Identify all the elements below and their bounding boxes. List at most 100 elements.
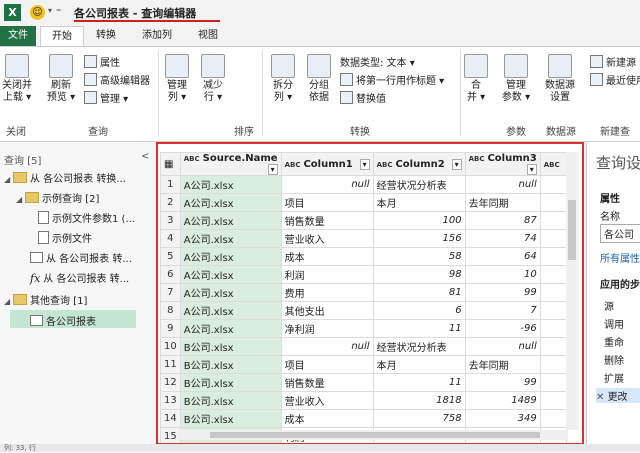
tab-view[interactable]: 视图 — [186, 26, 230, 46]
customize-toolbar-icon[interactable]: ₌ — [56, 4, 61, 15]
advanced-editor-button[interactable]: 高级编辑器 — [84, 72, 150, 87]
column-header-column1[interactable]: ABC Column1 ▾ — [280, 152, 374, 176]
recent-sources-button[interactable]: 最近使用 — [590, 72, 640, 87]
cell[interactable]: 74 — [464, 229, 541, 248]
manage-columns-button[interactable]: 管理 列 ▾ — [162, 54, 192, 104]
filter-dropdown-icon[interactable]: ▾ — [526, 164, 537, 175]
cell[interactable]: 经营状况分析表 — [372, 337, 466, 356]
column-header-column2[interactable]: ABC Column2 ▾ — [372, 152, 466, 176]
smiley-icon[interactable]: ☺ — [30, 5, 45, 20]
cell-source-name[interactable]: A公司.xlsx — [179, 229, 282, 248]
cell[interactable]: 经营状况分析表 — [372, 175, 466, 194]
column-header-column3[interactable]: ABC Column3 ▾ — [464, 152, 541, 176]
step-rename[interactable]: 重命 — [604, 334, 624, 349]
cell-source-name[interactable]: B公司.xlsx — [179, 373, 282, 392]
step-source[interactable]: 源 — [604, 298, 614, 313]
cell[interactable]: 销售数量 — [280, 211, 374, 230]
cell-source-name[interactable]: A公司.xlsx — [179, 301, 282, 320]
cell-source-name[interactable]: A公司.xlsx — [179, 265, 282, 284]
cell[interactable]: 100 — [372, 211, 466, 230]
cell[interactable]: 156 — [372, 229, 466, 248]
cell[interactable]: 成本 — [280, 409, 374, 428]
cell[interactable]: 349 — [464, 409, 541, 428]
cell[interactable]: 11 — [372, 319, 466, 338]
cell[interactable]: 98 — [372, 265, 466, 284]
cell[interactable]: 本月 — [372, 355, 466, 374]
cell[interactable]: 费用 — [280, 283, 374, 302]
cell[interactable]: 6 — [372, 301, 466, 320]
cell[interactable]: 成本 — [280, 247, 374, 266]
tab-add-column[interactable]: 添加列 — [132, 26, 182, 46]
tree-item-sample-file[interactable]: 示例文件 — [38, 230, 92, 245]
split-column-button[interactable]: 拆分 列 ▾ — [268, 54, 298, 104]
cell[interactable]: 去年同期 — [464, 355, 541, 374]
close-and-load-button[interactable]: 关闭并 上载 ▾ — [2, 54, 32, 104]
vertical-scrollbar[interactable] — [566, 152, 578, 430]
step-remove[interactable]: 删除 — [604, 352, 624, 367]
cell[interactable]: 1818 — [372, 391, 466, 410]
tree-item-sample-param[interactable]: 示例文件参数1 (... — [38, 210, 135, 225]
tree-item-company-report[interactable]: 各公司报表 — [30, 313, 96, 328]
collapse-pane-icon[interactable]: < — [141, 151, 149, 162]
tab-transform[interactable]: 转换 — [84, 26, 128, 46]
cell[interactable]: 99 — [464, 283, 541, 302]
refresh-preview-button[interactable]: 刷新 预览 ▾ — [44, 54, 78, 104]
cell[interactable]: 758 — [372, 409, 466, 428]
cell[interactable]: 11 — [372, 373, 466, 392]
cell[interactable]: 营业收入 — [280, 229, 374, 248]
cell-source-name[interactable]: B公司.xlsx — [179, 337, 282, 356]
cell[interactable]: 净利润 — [280, 319, 374, 338]
filter-dropdown-icon[interactable]: ▾ — [451, 158, 462, 170]
cell[interactable]: 销售数量 — [280, 373, 374, 392]
vertical-scroll-thumb[interactable] — [568, 200, 576, 260]
data-type-dropdown[interactable]: 数据类型: 文本 ▾ — [340, 54, 415, 69]
use-first-row-headers-button[interactable]: 将第一行用作标题 ▾ — [340, 72, 444, 87]
cell[interactable]: null — [464, 175, 541, 194]
merge-button[interactable]: 合 并 ▾ — [464, 54, 488, 104]
reduce-rows-button[interactable]: 减少 行 ▾ — [198, 54, 228, 104]
tree-folder-transform[interactable]: ◢ 从 各公司报表 转换... — [4, 170, 126, 185]
query-name-input[interactable]: 各公司 — [600, 224, 640, 243]
cell[interactable]: 99 — [464, 373, 541, 392]
cell-source-name[interactable]: A公司.xlsx — [179, 211, 282, 230]
cell-source-name[interactable]: A公司.xlsx — [179, 247, 282, 266]
new-source-button[interactable]: 新建源 — [590, 54, 636, 69]
cell[interactable]: null — [280, 175, 374, 194]
delete-step-icon[interactable]: ✕ — [596, 392, 608, 403]
replace-values-button[interactable]: 替换值 — [340, 90, 386, 105]
group-by-button[interactable]: 分组 依据 — [304, 54, 334, 104]
manage-button[interactable]: 管理 ▾ — [84, 90, 128, 105]
tab-home[interactable]: 开始 — [40, 26, 84, 47]
cell-source-name[interactable]: B公司.xlsx — [179, 409, 282, 428]
cell[interactable]: 7 — [464, 301, 541, 320]
tree-item-transform-table[interactable]: 从 各公司报表 转... — [30, 250, 132, 265]
tab-file[interactable]: 文件 — [0, 26, 36, 46]
filter-dropdown-icon[interactable]: ▾ — [267, 164, 278, 175]
cell[interactable]: 项目 — [280, 193, 374, 212]
cell[interactable]: null — [280, 337, 374, 356]
horizontal-scroll-thumb[interactable] — [210, 432, 540, 438]
cell[interactable]: 87 — [464, 211, 541, 230]
cell-source-name[interactable]: A公司.xlsx — [179, 193, 282, 212]
data-source-settings-button[interactable]: 数据源 设置 — [542, 54, 578, 104]
cell[interactable]: 去年同期 — [464, 193, 541, 212]
column-header-next[interactable]: ABC — [539, 152, 567, 176]
tree-item-transform-function[interactable]: fx 从 各公司报表 转... — [30, 270, 129, 285]
cell[interactable]: 其他支出 — [280, 301, 374, 320]
column-header-source-name[interactable]: ABC Source.Name ▾ — [179, 152, 282, 176]
cell[interactable]: 81 — [372, 283, 466, 302]
step-changed-type[interactable]: ✕ 更改 — [596, 388, 640, 403]
tree-folder-other[interactable]: ◢ 其他查询 [1] — [4, 292, 87, 307]
cell[interactable]: 1489 — [464, 391, 541, 410]
quick-access-dropdown-icon[interactable]: ▾ — [48, 6, 52, 15]
step-invoke[interactable]: 调用 — [604, 316, 624, 331]
cell[interactable]: 本月 — [372, 193, 466, 212]
cell-source-name[interactable]: B公司.xlsx — [179, 355, 282, 374]
cell[interactable]: null — [464, 337, 541, 356]
cell[interactable]: 64 — [464, 247, 541, 266]
all-properties-link[interactable]: 所有属性 — [600, 250, 640, 265]
cell[interactable]: 10 — [464, 265, 541, 284]
cell-source-name[interactable]: B公司.xlsx — [179, 391, 282, 410]
step-expand[interactable]: 扩展 — [604, 370, 624, 385]
manage-parameters-button[interactable]: 管理 参数 ▾ — [500, 54, 532, 104]
